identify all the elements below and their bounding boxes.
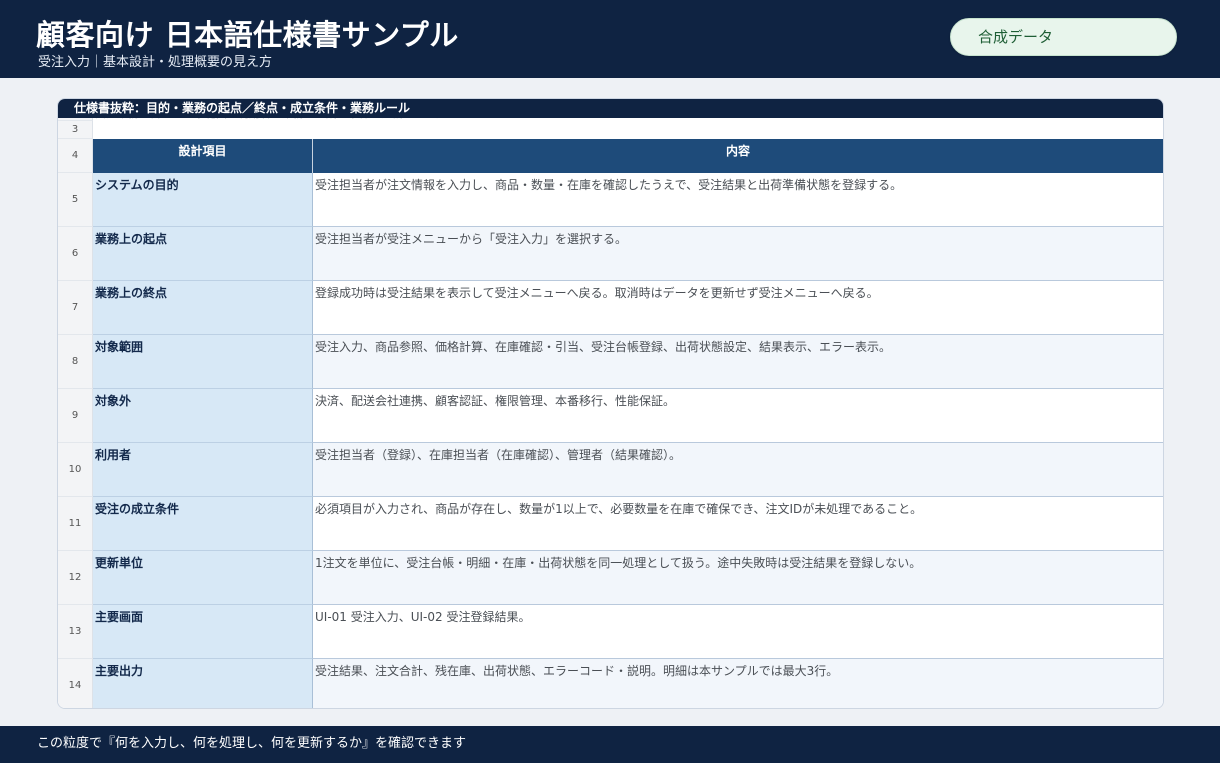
content-cell[interactable]: 決済、配送会社連携、顧客認証、権限管理、本番移行、性能保証。 bbox=[313, 389, 1163, 443]
table-row: 10 利用者 受注担当者（登録）、在庫担当者（在庫確認）、管理者（結果確認）。 bbox=[58, 443, 1163, 497]
content-cell[interactable]: 1注文を単位に、受注台帳・明細・在庫・出荷状態を同一処理として扱う。途中失敗時は… bbox=[313, 551, 1163, 605]
footer-message: この粒度で『何を入力し、何を処理し、何を更新するか』を確認できます bbox=[0, 726, 1220, 763]
item-cell[interactable]: 業務上の起点 bbox=[93, 227, 313, 281]
table-row: 8 対象範囲 受注入力、商品参照、価格計算、在庫確認・引当、受注台帳登録、出荷状態設… bbox=[58, 335, 1163, 389]
table-header-row: 4 設計項目 内容 bbox=[58, 139, 1163, 173]
page-title: 顧客向け 日本語仕様書サンプル bbox=[36, 18, 459, 52]
app-header: 顧客向け 日本語仕様書サンプル 受注入力｜基本設計・処理概要の見え方 合成データ bbox=[0, 0, 1220, 78]
row-number: 10 bbox=[58, 443, 93, 497]
status-badge: 合成データ bbox=[950, 18, 1177, 56]
table-row: 12 更新単位 1注文を単位に、受注台帳・明細・在庫・出荷状態を同一処理として扱う。… bbox=[58, 551, 1163, 605]
row-number: 4 bbox=[58, 139, 93, 173]
item-cell[interactable]: 対象範囲 bbox=[93, 335, 313, 389]
column-header-item[interactable]: 設計項目 bbox=[93, 139, 313, 173]
row-number: 14 bbox=[58, 659, 93, 708]
table-row: 5 システムの目的 受注担当者が注文情報を入力し、商品・数量・在庫を確認したうえで、… bbox=[58, 173, 1163, 227]
row-number: 3 bbox=[58, 121, 93, 139]
item-cell[interactable]: 受注の成立条件 bbox=[93, 497, 313, 551]
row-number: 9 bbox=[58, 389, 93, 443]
content-cell[interactable]: 受注担当者（登録）、在庫担当者（在庫確認）、管理者（結果確認）。 bbox=[313, 443, 1163, 497]
spreadsheet-card[interactable]: 仕様書抜粋：目的・業務の起点／終点・成立条件・業務ルール 2 受注業務の目的、対… bbox=[57, 98, 1164, 709]
content-cell[interactable]: 登録成功時は受注結果を表示して受注メニューへ戻る。取消時はデータを更新せず受注メ… bbox=[313, 281, 1163, 335]
item-cell[interactable]: 主要出力 bbox=[93, 659, 313, 708]
spreadsheet-row: 3 bbox=[58, 121, 1163, 139]
table-row: 11 受注の成立条件 必須項目が入力され、商品が存在し、数量が1以上で、必要数量を在… bbox=[58, 497, 1163, 551]
item-cell[interactable]: 更新単位 bbox=[93, 551, 313, 605]
row-number: 8 bbox=[58, 335, 93, 389]
table-row: 9 対象外 決済、配送会社連携、顧客認証、権限管理、本番移行、性能保証。 bbox=[58, 389, 1163, 443]
main-content: 仕様書抜粋：目的・業務の起点／終点・成立条件・業務ルール 2 受注業務の目的、対… bbox=[0, 78, 1220, 726]
empty-cell[interactable] bbox=[93, 121, 1163, 139]
item-cell[interactable]: 業務上の終点 bbox=[93, 281, 313, 335]
item-cell[interactable]: 利用者 bbox=[93, 443, 313, 497]
table-body: 5 システムの目的 受注担当者が注文情報を入力し、商品・数量・在庫を確認したうえで、… bbox=[58, 173, 1163, 708]
content-cell[interactable]: 受注担当者が受注メニューから「受注入力」を選択する。 bbox=[313, 227, 1163, 281]
content-cell[interactable]: 必須項目が入力され、商品が存在し、数量が1以上で、必要数量を在庫で確保でき、注文… bbox=[313, 497, 1163, 551]
spreadsheet-grid[interactable]: 2 受注業務の目的、対象範囲、利用者、業務上の成立条件を定義します。 3 4 設… bbox=[58, 110, 1163, 708]
sheet-caption: 仕様書抜粋：目的・業務の起点／終点・成立条件・業務ルール bbox=[58, 99, 1163, 118]
row-number: 13 bbox=[58, 605, 93, 659]
table-row: 14 主要出力 受注結果、注文合計、残在庫、出荷状態、エラーコード・説明。明細は本サ… bbox=[58, 659, 1163, 708]
column-header-content[interactable]: 内容 bbox=[313, 139, 1163, 173]
row-number: 7 bbox=[58, 281, 93, 335]
item-cell[interactable]: 対象外 bbox=[93, 389, 313, 443]
page-subtitle: 受注入力｜基本設計・処理概要の見え方 bbox=[38, 55, 273, 70]
row-number: 12 bbox=[58, 551, 93, 605]
content-cell[interactable]: 受注担当者が注文情報を入力し、商品・数量・在庫を確認したうえで、受注結果と出荷準… bbox=[313, 173, 1163, 227]
table-row: 13 主要画面 UI-01 受注入力、UI-02 受注登録結果。 bbox=[58, 605, 1163, 659]
content-cell[interactable]: 受注結果、注文合計、残在庫、出荷状態、エラーコード・説明。明細は本サンプルでは最… bbox=[313, 659, 1163, 708]
content-cell[interactable]: 受注入力、商品参照、価格計算、在庫確認・引当、受注台帳登録、出荷状態設定、結果表… bbox=[313, 335, 1163, 389]
row-number: 5 bbox=[58, 173, 93, 227]
content-cell[interactable]: UI-01 受注入力、UI-02 受注登録結果。 bbox=[313, 605, 1163, 659]
row-number: 6 bbox=[58, 227, 93, 281]
item-cell[interactable]: システムの目的 bbox=[93, 173, 313, 227]
table-row: 6 業務上の起点 受注担当者が受注メニューから「受注入力」を選択する。 bbox=[58, 227, 1163, 281]
item-cell[interactable]: 主要画面 bbox=[93, 605, 313, 659]
row-number: 11 bbox=[58, 497, 93, 551]
table-row: 7 業務上の終点 登録成功時は受注結果を表示して受注メニューへ戻る。取消時はデータを… bbox=[58, 281, 1163, 335]
